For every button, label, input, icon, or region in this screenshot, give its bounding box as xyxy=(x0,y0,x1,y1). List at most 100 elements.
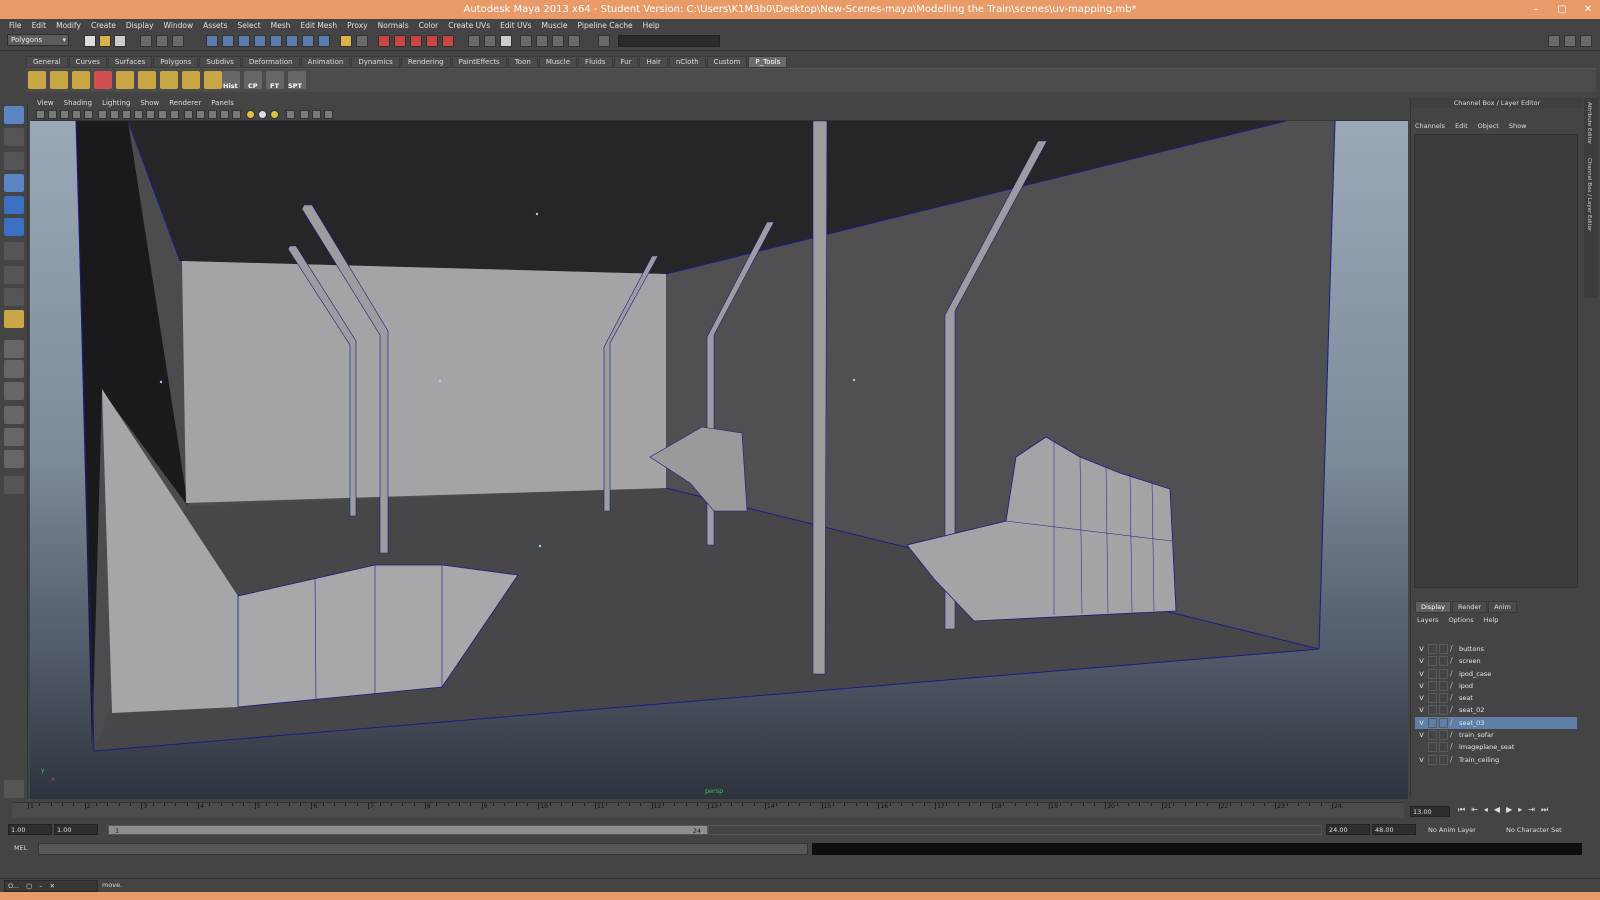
shelf-tab-toon[interactable]: Toon xyxy=(507,56,538,68)
layer-playback-toggle[interactable] xyxy=(1428,656,1437,667)
uv-unfold-icon[interactable] xyxy=(50,71,68,89)
layer-type-toggle[interactable] xyxy=(1439,717,1448,728)
shelf-tab-fur[interactable]: Fur xyxy=(613,56,639,68)
camera-select-icon[interactable] xyxy=(36,110,45,119)
start-time-field[interactable]: 1.00 xyxy=(8,824,52,835)
layer-row-selected[interactable]: V / seat_03 xyxy=(1415,716,1577,730)
menu-set-dropdown[interactable]: Polygons xyxy=(7,34,69,46)
command-input[interactable] xyxy=(38,843,808,855)
current-frame-field[interactable]: 13.00 xyxy=(1410,806,1450,817)
sidebar-toggle-icon[interactable] xyxy=(568,35,580,47)
menu-edit-mesh[interactable]: Edit Mesh xyxy=(295,21,342,30)
persp-graph-layout-icon[interactable] xyxy=(4,406,24,424)
quick-select-icon[interactable] xyxy=(536,35,548,47)
render-view-icon[interactable] xyxy=(442,35,454,47)
shelf-tab-ncloth[interactable]: nCloth xyxy=(668,56,706,68)
show-hide-icon[interactable] xyxy=(552,35,564,47)
share-icon[interactable] xyxy=(324,110,333,119)
layer-type-toggle[interactable] xyxy=(1439,754,1448,765)
layer-visibility[interactable]: V xyxy=(1417,730,1426,740)
grid-toggle-icon[interactable] xyxy=(98,110,107,119)
wireframe-on-shaded-icon[interactable] xyxy=(184,110,193,119)
snap-grid-icon[interactable] xyxy=(206,35,218,47)
layer-playback-toggle[interactable] xyxy=(1428,730,1437,741)
snap-curve-icon[interactable] xyxy=(222,35,234,47)
go-to-start-icon[interactable]: ⏮ xyxy=(1458,805,1465,815)
uv-layout-icon[interactable] xyxy=(28,71,46,89)
toolbox-expand-icon[interactable] xyxy=(4,476,24,494)
new-scene-icon[interactable] xyxy=(84,35,96,47)
layer-row[interactable]: V / buttons xyxy=(1415,643,1577,655)
playback-start-field[interactable]: 1.00 xyxy=(54,824,98,835)
go-to-end-icon[interactable]: ⏭ xyxy=(1541,805,1548,815)
layer-color-icon[interactable]: / xyxy=(1450,741,1453,753)
layer-visibility[interactable]: V xyxy=(1417,681,1426,691)
maximize-button[interactable]: ▢ xyxy=(1556,0,1568,19)
layer-playback-toggle[interactable] xyxy=(1428,754,1437,765)
layer-color-icon[interactable]: / xyxy=(1450,655,1453,667)
panel-menu-renderer[interactable]: Renderer xyxy=(164,98,206,109)
rename-icon[interactable] xyxy=(520,35,532,47)
layer-tab-render[interactable]: Render xyxy=(1451,601,1488,613)
step-back-key-icon[interactable]: ⇤ xyxy=(1471,805,1478,815)
history-output-icon[interactable] xyxy=(302,35,314,47)
menu-help[interactable]: Help xyxy=(638,21,665,30)
range-slider-bar[interactable]: 1 24 xyxy=(108,825,708,835)
cb-menu-edit[interactable]: Edit xyxy=(1455,122,1468,130)
close-button[interactable]: ✕ xyxy=(1582,0,1594,19)
lock-icon[interactable] xyxy=(340,35,352,47)
default-lighting-icon[interactable] xyxy=(246,110,255,119)
layer-type-toggle[interactable] xyxy=(1439,742,1448,753)
select-tool-icon[interactable] xyxy=(4,106,24,124)
render-frame-icon[interactable] xyxy=(378,35,390,47)
layer-color-icon[interactable]: / xyxy=(1450,692,1453,704)
textured-icon[interactable] xyxy=(196,110,205,119)
layer-type-toggle[interactable] xyxy=(1439,730,1448,741)
menu-window[interactable]: Window xyxy=(159,21,199,30)
layer-visibility[interactable]: V xyxy=(1417,644,1426,654)
safe-action-icon[interactable] xyxy=(134,110,143,119)
wireframe-icon[interactable] xyxy=(158,110,167,119)
menu-edit-uvs[interactable]: Edit UVs xyxy=(495,21,536,30)
input-field-toggle-icon[interactable] xyxy=(598,35,610,47)
panel-menu-view[interactable]: View xyxy=(32,98,59,109)
four-view-layout-icon[interactable] xyxy=(4,360,24,378)
uv-texture-layout-icon[interactable] xyxy=(4,450,24,468)
attribute-editor-tab[interactable]: Attribute Editor xyxy=(1586,102,1592,144)
menu-file[interactable]: File xyxy=(4,21,27,30)
viewport-2-icon[interactable] xyxy=(312,110,321,119)
lasso-tool-icon[interactable] xyxy=(4,128,24,146)
script-editor-icon[interactable] xyxy=(4,780,24,798)
panel-layout-icon[interactable] xyxy=(1564,35,1576,47)
layer-color-icon[interactable]: / xyxy=(1450,680,1453,692)
shelf-tab-polygons[interactable]: Polygons xyxy=(153,56,199,68)
layer-row[interactable]: V / seat_02 xyxy=(1415,704,1577,716)
layer-color-icon[interactable]: / xyxy=(1450,754,1453,766)
panel-menu-lighting[interactable]: Lighting xyxy=(97,98,135,109)
smooth-shade-icon[interactable] xyxy=(170,110,179,119)
layer-type-toggle[interactable] xyxy=(1439,680,1448,691)
layer-row[interactable]: / imageplane_seat xyxy=(1415,741,1577,753)
single-perspective-layout-icon[interactable] xyxy=(4,340,24,358)
shelf-tab-rendering[interactable]: Rendering xyxy=(400,56,451,68)
shelf-tab-deformation[interactable]: Deformation xyxy=(241,56,300,68)
menu-select[interactable]: Select xyxy=(233,21,266,30)
shelf-tab-dynamics[interactable]: Dynamics xyxy=(351,56,400,68)
cb-menu-show[interactable]: Show xyxy=(1509,122,1527,130)
menu-color[interactable]: Color xyxy=(414,21,444,30)
menu-proxy[interactable]: Proxy xyxy=(342,21,373,30)
xray-icon[interactable] xyxy=(208,110,217,119)
quick-selection-field[interactable] xyxy=(618,35,720,47)
show-manipulator-icon[interactable] xyxy=(4,288,24,306)
shelf-tab-custom[interactable]: Custom xyxy=(706,56,748,68)
last-tool-icon[interactable] xyxy=(4,310,24,328)
ipr-render-icon[interactable] xyxy=(394,35,406,47)
move-tool-icon[interactable] xyxy=(4,174,24,192)
menu-mesh[interactable]: Mesh xyxy=(266,21,296,30)
image-plane-icon[interactable] xyxy=(72,110,81,119)
layer-type-toggle[interactable] xyxy=(1439,693,1448,704)
layer-playback-toggle[interactable] xyxy=(1428,705,1437,716)
layer-visibility[interactable]: V xyxy=(1417,705,1426,715)
layer-color-icon[interactable]: / xyxy=(1450,704,1453,716)
layer-playback-toggle[interactable] xyxy=(1428,742,1437,753)
